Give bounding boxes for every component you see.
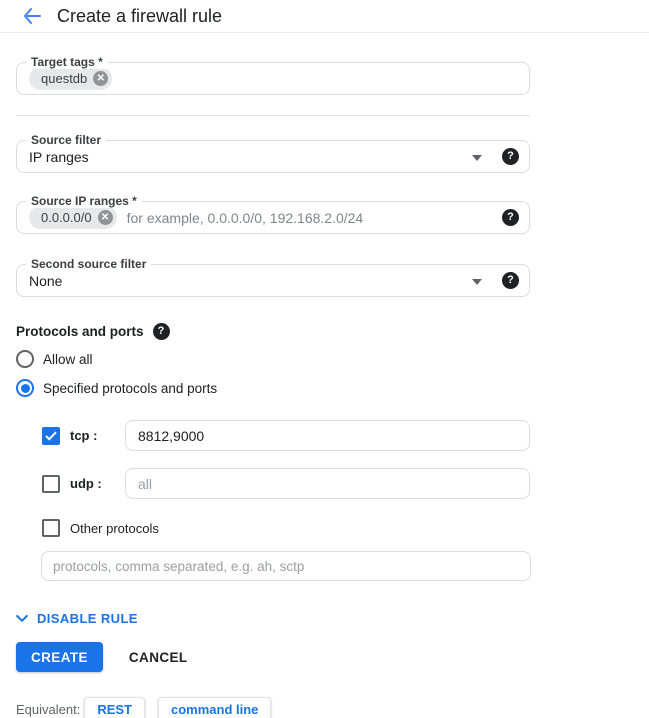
source-filter-select[interactable]: Source filter IP ranges ? — [16, 140, 530, 173]
source-ip-chip: 0.0.0.0/0 ✕ — [29, 206, 117, 229]
chip-remove-icon[interactable]: ✕ — [93, 71, 108, 86]
tcp-ports-input[interactable] — [125, 420, 530, 451]
command-line-button[interactable]: command line — [158, 697, 271, 718]
help-icon[interactable]: ? — [502, 272, 519, 289]
help-icon[interactable]: ? — [153, 323, 170, 340]
allow-all-label: Allow all — [43, 352, 93, 367]
specified-label: Specified protocols and ports — [43, 381, 217, 396]
source-filter-value: IP ranges — [29, 149, 89, 165]
disable-rule-toggle[interactable]: DISABLE RULE — [16, 611, 138, 626]
source-ip-placeholder: for example, 0.0.0.0/0, 192.168.2.0/24 — [127, 210, 364, 226]
target-tag-chip: questdb ✕ — [29, 67, 112, 90]
other-protocols-row[interactable]: Other protocols — [42, 519, 546, 537]
chevron-down-icon — [16, 615, 28, 623]
other-protocols-label: Other protocols — [70, 521, 159, 536]
radio-selected-icon[interactable] — [16, 379, 34, 397]
chevron-down-icon — [472, 155, 482, 161]
tcp-row: tcp : — [42, 420, 546, 451]
second-source-filter-label: Second source filter — [26, 257, 151, 271]
source-ip-chip-text: 0.0.0.0/0 — [41, 210, 92, 225]
chip-remove-icon[interactable]: ✕ — [98, 210, 113, 225]
source-ip-ranges-label: Source IP ranges * — [26, 194, 142, 208]
radio-unselected-icon[interactable] — [16, 350, 34, 368]
equivalent-row: Equivalent: REST command line — [16, 697, 546, 718]
udp-row: udp : — [42, 468, 546, 499]
help-icon[interactable]: ? — [502, 148, 519, 165]
tcp-checkbox[interactable] — [42, 427, 60, 445]
other-protocols-input[interactable] — [41, 551, 531, 581]
target-tag-chip-text: questdb — [41, 71, 87, 86]
create-button[interactable]: CREATE — [16, 642, 103, 672]
rest-button[interactable]: REST — [84, 697, 145, 718]
dialog-header: Create a firewall rule — [0, 0, 649, 33]
back-arrow-icon[interactable] — [20, 4, 44, 28]
page-title: Create a firewall rule — [57, 6, 222, 27]
section-divider — [16, 115, 530, 116]
udp-checkbox[interactable] — [42, 475, 60, 493]
protocols-heading-text: Protocols and ports — [16, 324, 144, 339]
action-buttons: CREATE CANCEL — [16, 642, 546, 672]
protocols-and-ports-heading: Protocols and ports ? — [16, 323, 546, 340]
radio-specified-protocols[interactable]: Specified protocols and ports — [16, 378, 546, 398]
disable-rule-label: DISABLE RULE — [37, 611, 138, 626]
source-ip-ranges-field[interactable]: Source IP ranges * 0.0.0.0/0 ✕ for examp… — [16, 201, 530, 234]
source-filter-label: Source filter — [26, 133, 106, 147]
equivalent-label: Equivalent: — [16, 702, 80, 717]
help-icon[interactable]: ? — [502, 209, 519, 226]
udp-label: udp : — [70, 476, 125, 491]
other-protocols-checkbox[interactable] — [42, 519, 60, 537]
second-source-filter-value: None — [29, 273, 62, 289]
udp-ports-input[interactable] — [125, 468, 530, 499]
cancel-button[interactable]: CANCEL — [129, 650, 188, 665]
target-tags-field[interactable]: Target tags * questdb ✕ — [16, 62, 530, 95]
chevron-down-icon — [472, 279, 482, 285]
radio-allow-all[interactable]: Allow all — [16, 349, 546, 369]
firewall-rule-form: Target tags * questdb ✕ Source filter IP… — [0, 62, 546, 718]
tcp-label: tcp : — [70, 428, 125, 443]
target-tags-label: Target tags * — [26, 55, 108, 69]
second-source-filter-select[interactable]: Second source filter None ? — [16, 264, 530, 297]
